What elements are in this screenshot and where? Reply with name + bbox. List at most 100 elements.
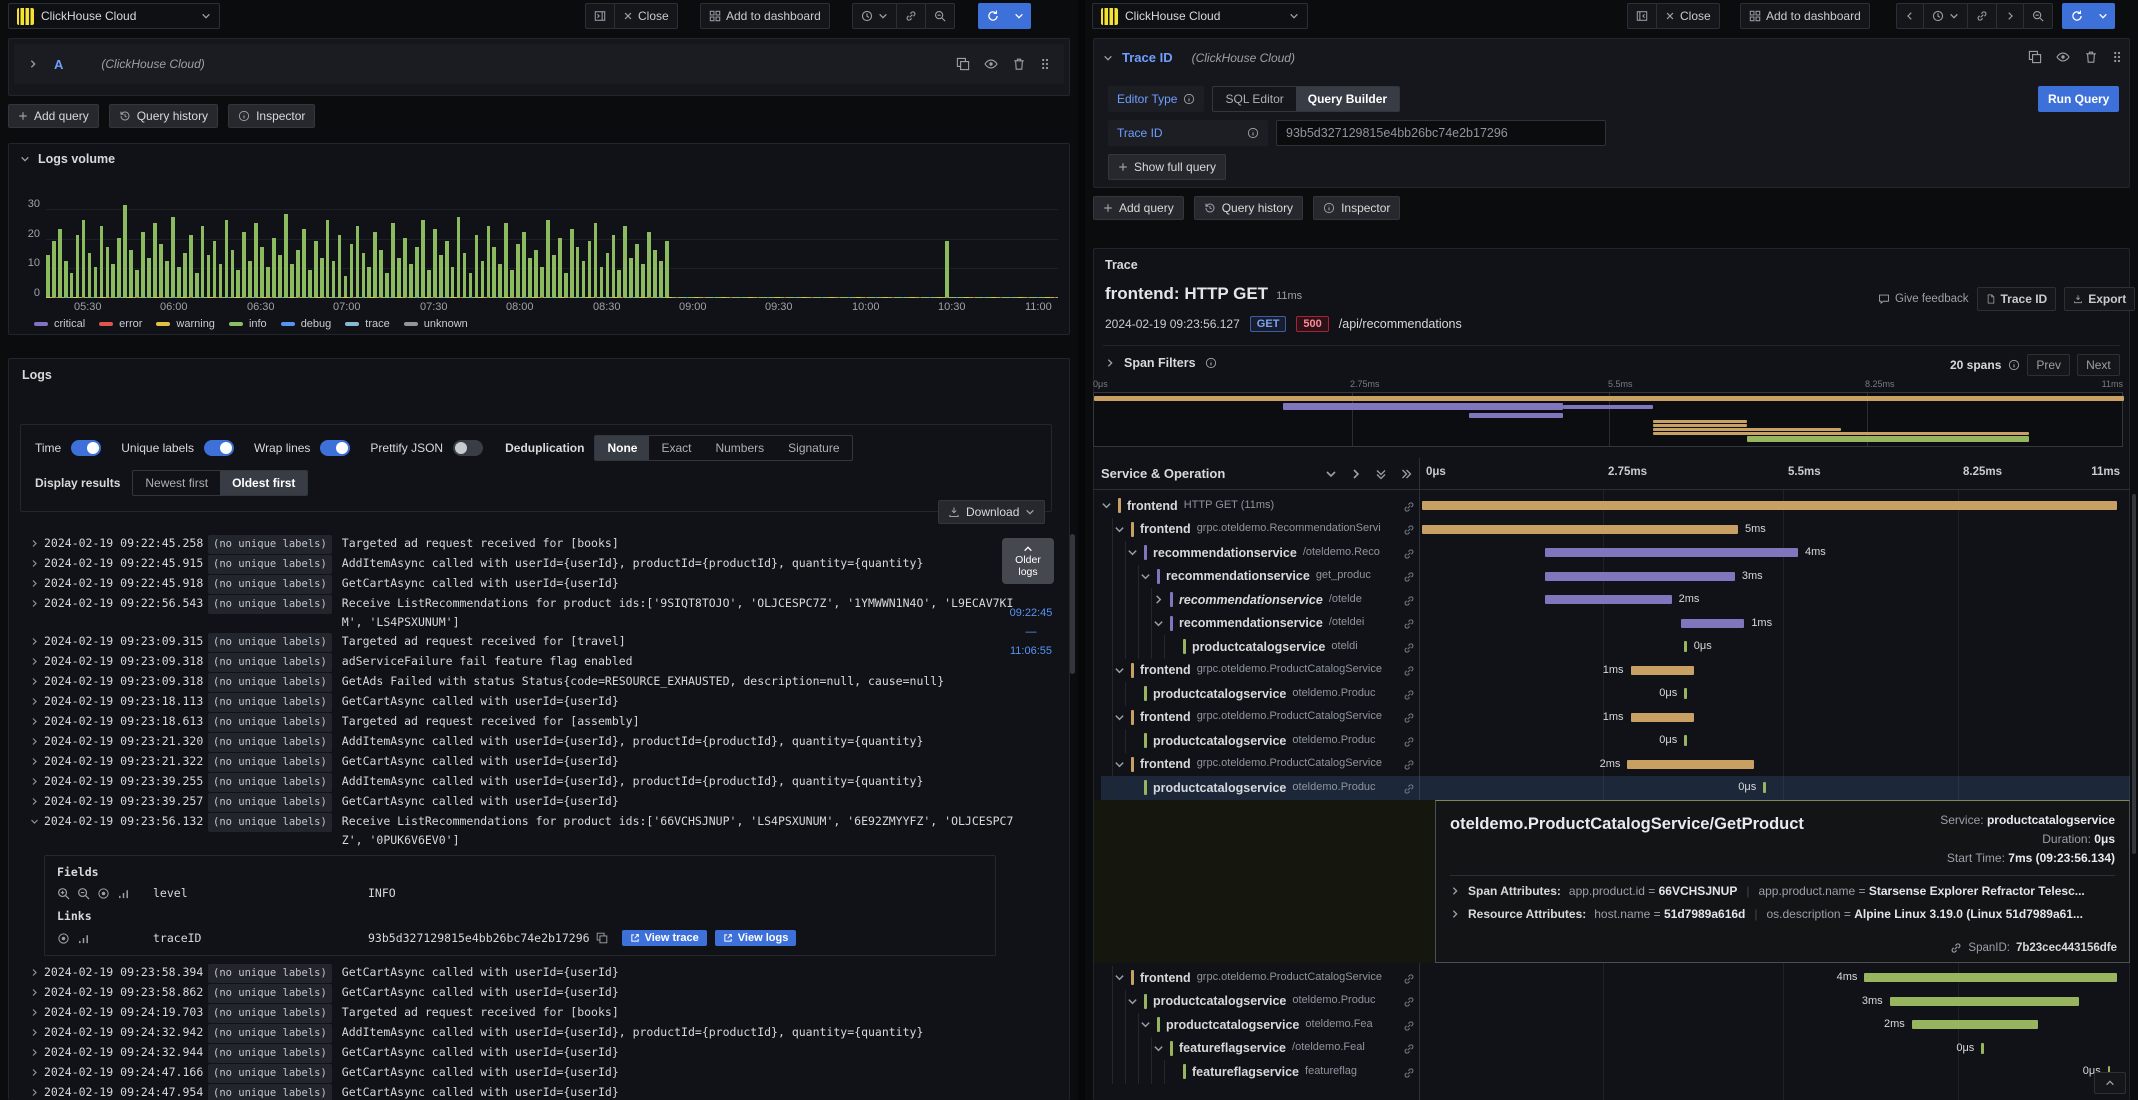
right-refresh-interval-button[interactable] bbox=[2091, 3, 2115, 29]
time-toggle[interactable] bbox=[71, 440, 102, 456]
log-expand-icon[interactable] bbox=[30, 792, 44, 811]
query-ref-id[interactable]: A bbox=[54, 57, 63, 72]
log-expand-icon[interactable] bbox=[30, 1003, 44, 1022]
log-row[interactable]: 2024-02-19 09:24:32.942 (no unique labels… bbox=[20, 1023, 1028, 1043]
span-collapse-icon[interactable] bbox=[1153, 618, 1167, 629]
log-row[interactable]: 2024-02-19 09:22:56.543 (no unique labels… bbox=[20, 594, 1028, 632]
span-link-icon[interactable] bbox=[1403, 570, 1415, 584]
log-expand-icon[interactable] bbox=[30, 554, 44, 573]
span-link-icon[interactable] bbox=[1403, 1065, 1415, 1079]
give-feedback-link[interactable]: Give feedback bbox=[1878, 293, 1969, 305]
span-link-icon[interactable] bbox=[1403, 995, 1415, 1009]
collapse-all-icon[interactable] bbox=[1375, 468, 1387, 480]
left-close-button[interactable]: Close bbox=[614, 3, 678, 29]
log-expand-icon[interactable] bbox=[30, 752, 44, 771]
copy-query-icon[interactable] bbox=[956, 57, 970, 71]
span-row[interactable]: recommendationservice/oteldemo.Reco 4ms bbox=[1101, 541, 2130, 565]
log-row[interactable]: 2024-02-19 09:23:39.255 (no unique labels… bbox=[20, 772, 1028, 792]
log-expand-icon[interactable] bbox=[30, 1043, 44, 1062]
log-row[interactable]: 2024-02-19 09:23:58.862 (no unique labels… bbox=[20, 983, 1028, 1003]
prev-span-button[interactable]: Prev bbox=[2027, 354, 2071, 376]
log-collapse-icon[interactable] bbox=[30, 812, 44, 831]
expand-all-icon[interactable] bbox=[1400, 468, 1412, 480]
log-row[interactable]: 2024-02-19 09:24:19.703 (no unique labels… bbox=[20, 1003, 1028, 1023]
left-inspector-button[interactable]: Inspector bbox=[228, 104, 316, 128]
span-duration-bar[interactable] bbox=[1422, 501, 2118, 510]
log-expand-icon[interactable] bbox=[30, 632, 44, 651]
query-collapse-icon[interactable] bbox=[1103, 53, 1113, 63]
legend-item-error[interactable]: error bbox=[99, 318, 142, 330]
older-logs-button[interactable]: Older logs bbox=[1002, 538, 1054, 584]
span-collapse-icon[interactable] bbox=[1114, 665, 1128, 676]
span-collapse-icon[interactable] bbox=[1101, 500, 1115, 511]
left-scrollbar[interactable] bbox=[1070, 534, 1075, 674]
prettify-json-toggle[interactable] bbox=[453, 440, 484, 456]
span-duration-bar[interactable] bbox=[1981, 1042, 1984, 1054]
dedup-option-exact[interactable]: Exact bbox=[649, 436, 703, 460]
editor-type-option-query-builder[interactable]: Query Builder bbox=[1295, 87, 1400, 111]
legend-item-critical[interactable]: critical bbox=[34, 318, 85, 330]
span-attributes-expand-icon[interactable] bbox=[1450, 886, 1460, 896]
span-link-icon[interactable] bbox=[1403, 593, 1415, 607]
log-row[interactable]: 2024-02-19 09:22:45.915 (no unique labels… bbox=[20, 554, 1028, 574]
log-row[interactable]: 2024-02-19 09:23:39.257 (no unique labels… bbox=[20, 792, 1028, 812]
span-link-icon[interactable] bbox=[1403, 734, 1415, 748]
log-expand-icon[interactable] bbox=[30, 672, 44, 691]
log-row[interactable]: 2024-02-19 09:23:09.315 (no unique labels… bbox=[20, 632, 1028, 652]
info-circle-icon[interactable] bbox=[1183, 93, 1195, 105]
logs-volume-collapse-icon[interactable] bbox=[20, 154, 30, 164]
span-row[interactable]: frontend HTTP GET (11ms) bbox=[1101, 494, 2130, 518]
trace-id-copy-button[interactable]: Trace ID bbox=[1976, 287, 2057, 311]
span-filters-collapse-icon[interactable] bbox=[1105, 358, 1115, 368]
span-link-icon[interactable] bbox=[1403, 758, 1415, 772]
span-duration-bar[interactable] bbox=[1545, 595, 1672, 604]
right-add-to-dashboard-button[interactable]: Add to dashboard bbox=[1740, 3, 1870, 29]
span-link-icon[interactable] bbox=[1403, 523, 1415, 537]
log-row[interactable]: 2024-02-19 09:23:09.318 (no unique labels… bbox=[20, 672, 1028, 692]
span-collapse-icon[interactable] bbox=[1114, 712, 1128, 723]
right-refresh-button[interactable] bbox=[2062, 3, 2091, 29]
log-expand-icon[interactable] bbox=[30, 692, 44, 711]
span-collapse-icon[interactable] bbox=[1114, 759, 1128, 770]
span-link-icon[interactable] bbox=[1403, 1042, 1415, 1056]
span-row[interactable]: productcatalogservice oteldemo.Produc 0μs bbox=[1101, 729, 2130, 753]
log-expand-icon[interactable] bbox=[30, 983, 44, 1002]
left-time-picker-button[interactable] bbox=[852, 3, 896, 29]
left-datasource-picker[interactable]: ClickHouse Cloud bbox=[8, 3, 220, 29]
left-refresh-button[interactable] bbox=[978, 3, 1007, 29]
span-duration-bar[interactable] bbox=[1630, 665, 1694, 675]
log-row[interactable]: 2024-02-19 09:24:47.166 (no unique labels… bbox=[20, 1063, 1028, 1083]
trace-minimap[interactable] bbox=[1093, 392, 2124, 447]
span-duration-bar[interactable] bbox=[1911, 1020, 2039, 1029]
span-row[interactable]: featureflagservice featureflag 0μs bbox=[1101, 1060, 2130, 1084]
trace-query-ref-id[interactable]: Trace ID bbox=[1122, 50, 1173, 65]
left-link-button[interactable] bbox=[896, 3, 925, 29]
span-row[interactable]: frontend grpc.oteldemo.ProductCatalogServ… bbox=[1101, 658, 2130, 682]
span-link-icon[interactable] bbox=[1403, 499, 1415, 513]
left-zoom-out-button[interactable] bbox=[925, 3, 955, 29]
right-time-picker-button[interactable] bbox=[1923, 3, 1967, 29]
span-collapse-icon[interactable] bbox=[1127, 547, 1141, 558]
show-full-query-button[interactable]: Show full query bbox=[1108, 154, 1227, 180]
time-shift-right-button[interactable] bbox=[1996, 3, 2023, 29]
copy-query-icon[interactable] bbox=[2028, 50, 2042, 64]
log-expand-icon[interactable] bbox=[30, 594, 44, 613]
span-row[interactable]: frontend grpc.oteldemo.ProductCatalogServ… bbox=[1101, 966, 2130, 990]
unique-labels-toggle[interactable] bbox=[203, 440, 234, 456]
span-duration-bar[interactable] bbox=[1422, 524, 1738, 534]
span-link-icon[interactable] bbox=[1403, 971, 1415, 985]
right-zoom-out-button[interactable] bbox=[2023, 3, 2053, 29]
span-row[interactable]: productcatalogservice oteldi 0μs bbox=[1101, 635, 2130, 659]
right-inspector-button[interactable]: Inspector bbox=[1313, 196, 1401, 220]
span-duration-bar[interactable] bbox=[1627, 759, 1754, 769]
view-logs-button[interactable]: View logs bbox=[714, 930, 797, 946]
right-scrollbar[interactable] bbox=[2132, 494, 2136, 854]
log-expand-icon[interactable] bbox=[30, 712, 44, 731]
span-collapse-icon[interactable] bbox=[1114, 972, 1128, 983]
time-shift-left-button[interactable] bbox=[1896, 3, 1923, 29]
span-row[interactable]: recommendationservice/otelde 2ms bbox=[1101, 588, 2130, 612]
log-row[interactable]: 2024-02-19 09:23:21.320 (no unique labels… bbox=[20, 732, 1028, 752]
resource-attributes-expand-icon[interactable] bbox=[1450, 909, 1460, 919]
log-row[interactable]: 2024-02-19 09:24:47.954 (no unique labels… bbox=[20, 1083, 1028, 1100]
span-row[interactable]: recommendationservice get_produc 3ms bbox=[1101, 564, 2130, 588]
